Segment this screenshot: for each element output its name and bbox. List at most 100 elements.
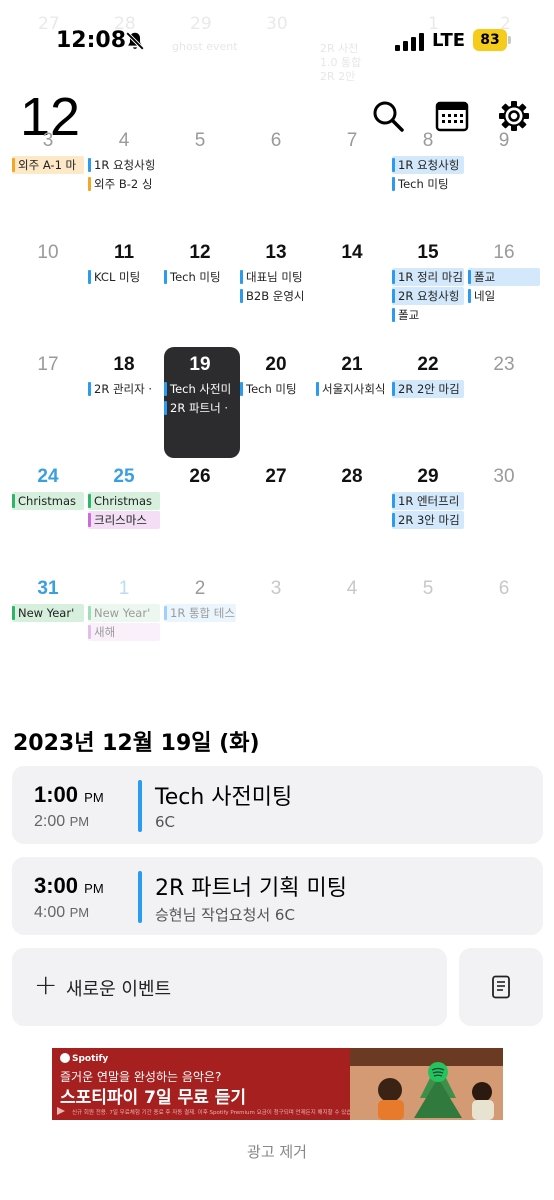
day-event-list: Christmas <box>12 492 84 511</box>
calendar-event-chip[interactable]: Christmas <box>12 492 84 510</box>
calendar-day[interactable]: 22 2R 2안 마김 <box>390 351 466 463</box>
battery-tip <box>508 36 511 44</box>
calendar-event-chip[interactable]: Tech 미팅 <box>164 268 236 286</box>
calendar-day[interactable]: 26 <box>162 463 238 575</box>
calendar-week-row: 24 Christmas 25 Christmas 크리스마스 26 27 28 29 1R 엔터… <box>0 463 554 575</box>
calendar-event-chip[interactable]: KCL 미팅 <box>88 268 160 286</box>
calendar-day[interactable]: 15 1R 정리 마김 2R 요청사힝 폴교 <box>390 239 466 351</box>
calendar-day[interactable]: 30 <box>466 463 542 575</box>
calendar-day[interactable]: 6 <box>238 127 314 239</box>
day-event-list: 외주 A-1 마 <box>12 156 84 175</box>
calendar-event-chip[interactable]: 대표님 미팅 <box>240 268 312 286</box>
calendar-day[interactable]: 29 1R 엔터프리 2R 3안 마김 <box>390 463 466 575</box>
calendar-event-chip[interactable]: 폴교 <box>468 268 540 286</box>
new-event-label: 새로운 이벤트 <box>66 979 172 1000</box>
calendar-event-chip[interactable]: 1R 요청사힝 <box>88 156 160 174</box>
new-event-button[interactable]: + 새로운 이벤트 <box>12 948 447 1026</box>
day-number: 27 <box>265 466 287 487</box>
calendar-day[interactable]: 11 KCL 미팅 <box>86 239 162 351</box>
calendar-event-chip[interactable]: 크리스마스 <box>88 511 160 529</box>
calendar-event-chip[interactable]: 1R 요청사힝 <box>392 156 464 174</box>
calendar-event-chip[interactable]: New Year' <box>12 604 84 622</box>
calendar-day[interactable]: 3 <box>238 575 314 687</box>
calendar-day[interactable]: 4 <box>314 575 390 687</box>
event-end-time: 2:00 PM <box>34 813 90 830</box>
ad-brand: Spotify <box>72 1054 109 1064</box>
calendar-day[interactable]: 1 New Year' 새해 <box>86 575 162 687</box>
calendar-day[interactable]: 3 외주 A-1 마 <box>10 127 86 239</box>
calendar-event-chip[interactable]: 1R 엔터프리 <box>392 492 464 510</box>
day-event-list: 2R 2안 마김 <box>392 380 464 399</box>
ad-offer: 스포티파이 7일 무료 듣기 <box>60 1088 246 1108</box>
calendar-day[interactable]: 20 Tech 미팅 <box>238 351 314 463</box>
calendar-event-chip[interactable]: 네일 <box>468 287 540 305</box>
calendar-day[interactable]: 28 <box>314 463 390 575</box>
day-number: 13 <box>265 242 287 263</box>
day-number: 20 <box>265 354 287 375</box>
day-event-list: 1R 통합 테스 <box>164 604 236 623</box>
ghost-event: ghost event <box>172 40 238 53</box>
ad-illustration <box>350 1048 503 1120</box>
calendar-day[interactable]: 14 <box>314 239 390 351</box>
calendar-event-chip[interactable]: 서울지사회식 <box>316 380 388 398</box>
event-card[interactable]: 3:00 PM 4:00 PM 2R 파트너 기획 미팅 승현님 작업요청서 6… <box>12 857 543 935</box>
day-event-list: New Year' 새해 <box>88 604 160 642</box>
calendar-event-chip[interactable]: 2R 관리자 · <box>88 380 160 398</box>
day-number: 14 <box>341 242 363 263</box>
calendar-event-chip[interactable]: 새해 <box>88 623 160 641</box>
day-number: 12 <box>189 242 211 263</box>
day-number: 29 <box>417 466 439 487</box>
calendar-event-chip[interactable]: 외주 B-2 싱 <box>88 175 160 193</box>
calendar-event-chip[interactable]: 2R 3안 마김 <box>392 511 464 529</box>
calendar-day[interactable]: 5 <box>390 575 466 687</box>
day-event-list: KCL 미팅 <box>88 268 160 287</box>
calendar-event-chip[interactable]: 1R 정리 마김 <box>392 268 464 286</box>
calendar-day[interactable]: 8 1R 요청사힝 Tech 미팅 <box>390 127 466 239</box>
day-number: 5 <box>194 130 206 151</box>
calendar-day[interactable]: 21 서울지사회식 <box>314 351 390 463</box>
day-number: 25 <box>113 466 135 487</box>
calendar-day[interactable]: 7 <box>314 127 390 239</box>
event-card[interactable]: 1:00 PM 2:00 PM Tech 사전미팅 6C <box>12 766 543 844</box>
calendar-day[interactable]: 18 2R 관리자 · <box>86 351 162 463</box>
event-subtitle: 6C <box>155 813 176 831</box>
calendar-day[interactable]: 9 <box>466 127 542 239</box>
day-number: 22 <box>417 354 439 375</box>
day-event-list: 폴교 네일 <box>468 268 540 306</box>
calendar-event-chip[interactable]: 2R 파트너 · <box>164 399 236 417</box>
calendar-event-chip[interactable]: Tech 미팅 <box>392 175 464 193</box>
calendar-day[interactable]: 12 Tech 미팅 <box>162 239 238 351</box>
calendar-day[interactable]: 24 Christmas <box>10 463 86 575</box>
calendar-event-chip[interactable]: Tech 사전미 <box>164 380 236 398</box>
calendar-event-chip[interactable]: Tech 미팅 <box>240 380 312 398</box>
calendar-event-chip[interactable]: 2R 요청사힝 <box>392 287 464 305</box>
calendar-day[interactable]: 6 <box>466 575 542 687</box>
calendar-event-chip[interactable]: New Year' <box>88 604 160 622</box>
event-end-time: 4:00 PM <box>34 904 90 921</box>
calendar-day[interactable]: 31 New Year' <box>10 575 86 687</box>
day-number: 15 <box>417 242 439 263</box>
calendar-event-chip[interactable]: 폴교 <box>392 306 464 324</box>
calendar-day[interactable]: 16 폴교 네일 <box>466 239 542 351</box>
calendar-day[interactable]: 10 <box>10 239 86 351</box>
calendar-day[interactable]: 27 <box>238 463 314 575</box>
calendar-event-chip[interactable]: Christmas <box>88 492 160 510</box>
day-number: 10 <box>37 242 59 263</box>
ad-banner[interactable]: Spotify 즐거운 연말을 완성하는 음악은? 스포티파이 7일 무료 듣기… <box>52 1048 503 1120</box>
calendar-day[interactable]: 2 1R 통합 테스 <box>162 575 238 687</box>
calendar-event-chip[interactable]: B2B 운영시 <box>240 287 312 305</box>
ad-fine-print: 신규 회원 전용. 7일 무료체험 기간 종료 후 자동 결제. 이후 Spot… <box>72 1110 364 1116</box>
calendar-day[interactable]: 23 <box>466 351 542 463</box>
calendar-event-chip[interactable]: 1R 통합 테스 <box>164 604 236 622</box>
day-event-list: 1R 엔터프리 2R 3안 마김 <box>392 492 464 530</box>
calendar-day[interactable]: 25 Christmas 크리스마스 <box>86 463 162 575</box>
remove-ads-button[interactable]: 광고 제거 <box>0 1141 554 1162</box>
calendar-day[interactable]: 4 1R 요청사힝 외주 B-2 싱 <box>86 127 162 239</box>
calendar-event-chip[interactable]: 2R 2안 마김 <box>392 380 464 398</box>
calendar-day[interactable]: 17 <box>10 351 86 463</box>
calendar-day[interactable]: 5 <box>162 127 238 239</box>
calendar-day[interactable]: 13 대표님 미팅 B2B 운영시 <box>238 239 314 351</box>
calendar-day-selected[interactable]: 19 Tech 사전미 2R 파트너 · <box>162 347 240 463</box>
calendar-event-chip[interactable]: 외주 A-1 마 <box>12 156 84 174</box>
notes-button[interactable] <box>459 948 543 1026</box>
